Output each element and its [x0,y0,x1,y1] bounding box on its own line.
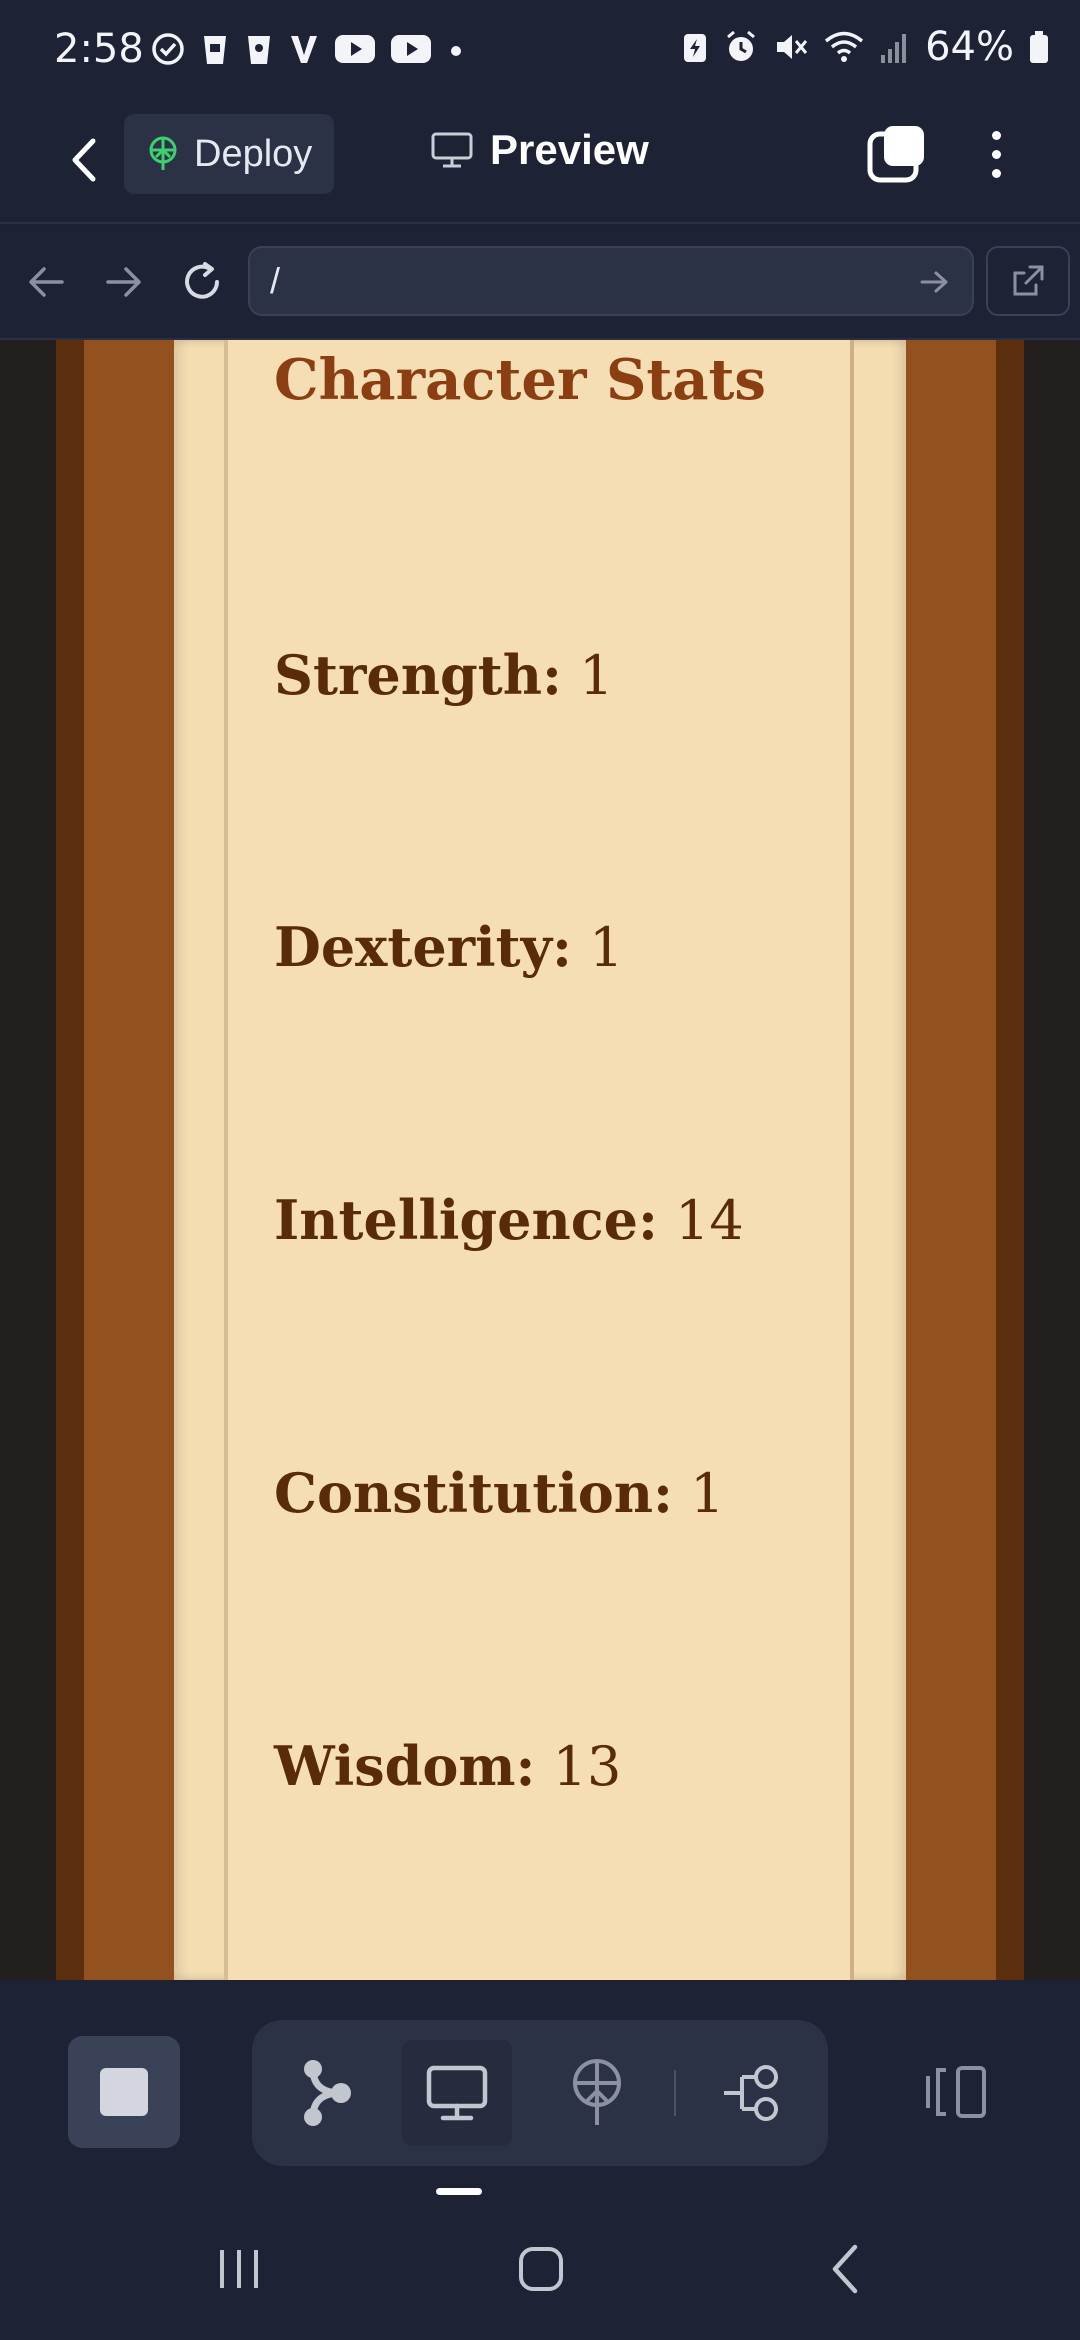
toolbar-divider [674,2070,676,2116]
status-bar: 2:58 64% [0,0,1080,102]
arrow-left-icon [29,267,64,297]
alarm-icon [727,30,756,61]
youtube-icon [391,35,431,63]
windows-button[interactable] [864,122,928,186]
battery-percent: 64% [925,24,1014,70]
stat-label: Wisdom: [274,1734,536,1798]
app-toolbar: Deploy Preview [0,102,1080,224]
chevron-left-icon [72,138,96,182]
stat-label: Strength: [274,643,562,707]
deploy-icon [149,136,177,170]
stat-constitution: Constitution: 1 [274,1458,725,1529]
more-dot [991,130,1001,140]
bottom-toolbar [0,1980,1080,2204]
notification-icons [150,30,466,68]
chevron-left-icon [832,2244,858,2294]
stat-value: 1 [690,1462,725,1525]
tool-group [252,2020,828,2166]
stat-label: Constitution: [274,1461,673,1525]
deploy-icon [573,2059,621,2125]
preview-tool-button[interactable] [402,2040,512,2146]
monitor-icon [431,132,473,168]
check-circle-icon [152,33,184,65]
stat-value: 13 [552,1735,622,1798]
external-link-icon [1013,265,1044,296]
windows-icon [867,126,924,183]
branch-button[interactable] [272,2040,382,2146]
more-dot [991,168,1001,178]
stat-strength: Strength: 1 [274,640,613,711]
recents-icon [220,2250,258,2288]
url-input[interactable]: / [248,246,974,316]
stat-dexterity: Dexterity: 1 [274,912,623,983]
monitor-icon [426,2065,488,2121]
dot-icon [451,46,461,56]
preview-content: Character Stats Strength: 1 Dexterity: 1… [0,340,1080,1980]
preview-tab[interactable]: Preview [430,126,649,174]
status-time: 2:58 [54,26,144,72]
back-button[interactable] [56,130,112,190]
workflow-button[interactable] [698,2040,808,2146]
coffee-icon [248,36,270,64]
workflow-icon [724,2065,778,2121]
more-options-button[interactable] [978,122,1014,186]
stats-title: Character Stats [274,347,766,413]
stat-value: 14 [675,1189,744,1252]
layout-icon [926,2066,986,2118]
stop-icon [100,2068,148,2116]
deploy-label: Deploy [194,132,313,175]
coffee-icon [204,36,226,64]
stop-button[interactable] [68,2036,180,2148]
battery-icon [1030,31,1048,63]
stat-label: Intelligence: [274,1188,658,1252]
mute-icon [777,35,808,59]
signal-icon [881,34,907,63]
deploy-button[interactable]: Deploy [124,114,334,194]
home-indicator [436,2188,482,2195]
stat-wisdom: Wisdom: 13 [274,1731,621,1802]
arrow-right-icon [106,267,141,297]
more-dot [991,149,1001,159]
url-bar: / [0,226,1080,340]
scroll-edge-right [850,340,854,1980]
open-external-button[interactable] [986,246,1070,316]
go-arrow-icon[interactable] [914,262,954,302]
battery-saver-icon [684,34,707,62]
deploy-tool-button[interactable] [542,2040,652,2146]
stat-value: 1 [579,644,614,707]
home-icon [519,2247,563,2291]
preview-label: Preview [490,126,649,173]
recents-button[interactable] [194,2224,284,2314]
stat-intelligence: Intelligence: 14 [274,1185,744,1256]
stat-value: 1 [589,916,624,979]
wifi-icon [824,31,864,62]
system-navigation [0,2204,1080,2340]
layout-button[interactable] [912,2036,1002,2148]
branch-icon [304,2060,351,2126]
youtube-icon [335,35,375,63]
url-value: / [270,260,281,301]
stat-label: Dexterity: [274,915,572,979]
home-button[interactable] [496,2224,586,2314]
system-status-icons: 64% [681,24,1050,70]
v-icon [291,36,317,63]
reload-button[interactable] [174,254,230,310]
system-back-button[interactable] [800,2224,890,2314]
nav-forward-button[interactable] [96,254,152,310]
nav-back-button[interactable] [18,254,74,310]
reload-icon [185,262,219,299]
